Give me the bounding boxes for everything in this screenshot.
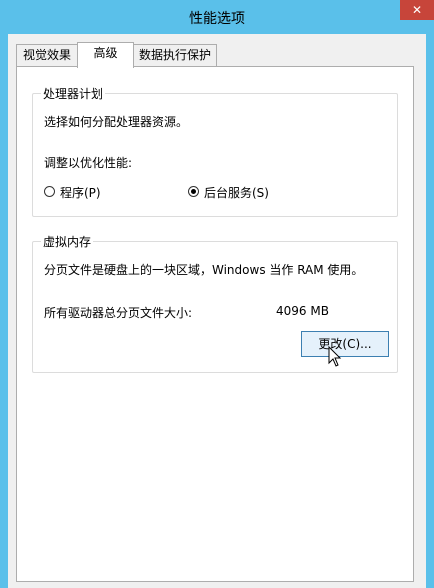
processor-description: 选择如何分配处理器资源。 <box>44 115 189 129</box>
change-button[interactable]: 更改(C)... <box>301 331 389 357</box>
total-paging-file-value: 4096 MB <box>276 304 329 318</box>
title-bar[interactable]: 性能选项 ✕ <box>0 0 434 34</box>
dialog-client-area: 视觉效果 高级 数据执行保护 处理器计划 选择如何分配处理器资源。 调整以优化性… <box>8 34 426 588</box>
close-icon: ✕ <box>411 3 423 17</box>
processor-scheduling-group: 处理器计划 选择如何分配处理器资源。 调整以优化性能: 程序(P) 后台服务(S… <box>32 85 398 217</box>
tab-label: 高级 <box>93 46 118 60</box>
tab-data-execution-prevention[interactable]: 数据执行保护 <box>133 44 217 66</box>
adjust-performance-label: 调整以优化性能: <box>44 156 133 170</box>
window-title: 性能选项 <box>189 11 245 27</box>
radio-programs-label: 程序(P) <box>60 186 101 200</box>
advanced-tab-panel: 处理器计划 选择如何分配处理器资源。 调整以优化性能: 程序(P) 后台服务(S… <box>16 66 414 582</box>
mouse-cursor-icon <box>328 346 342 367</box>
tab-label: 数据执行保护 <box>138 48 211 62</box>
performance-options-window: 性能选项 ✕ 视觉效果 高级 数据执行保护 处理器计划 选择如何分配处理器资源。… <box>0 0 434 588</box>
radio-programs-button[interactable] <box>44 186 55 197</box>
virtual-memory-label: 虚拟内存 <box>41 233 94 250</box>
close-button[interactable]: ✕ <box>400 0 434 20</box>
tab-visual-effects[interactable]: 视觉效果 <box>16 44 78 66</box>
total-paging-file-label: 所有驱动器总分页文件大小: <box>44 306 193 320</box>
radio-background-services-button[interactable] <box>188 186 199 197</box>
radio-background-services[interactable]: 后台服务(S) <box>188 184 298 200</box>
processor-scheduling-label: 处理器计划 <box>41 85 106 102</box>
tab-label: 视觉效果 <box>22 48 71 62</box>
virtual-memory-group: 虚拟内存 分页文件是硬盘上的一块区域，Windows 当作 RAM 使用。 所有… <box>32 233 398 373</box>
radio-programs[interactable]: 程序(P) <box>44 184 134 200</box>
virtual-memory-description: 分页文件是硬盘上的一块区域，Windows 当作 RAM 使用。 <box>44 263 364 277</box>
radio-background-services-label: 后台服务(S) <box>204 186 269 200</box>
tab-advanced[interactable]: 高级 <box>77 42 134 68</box>
